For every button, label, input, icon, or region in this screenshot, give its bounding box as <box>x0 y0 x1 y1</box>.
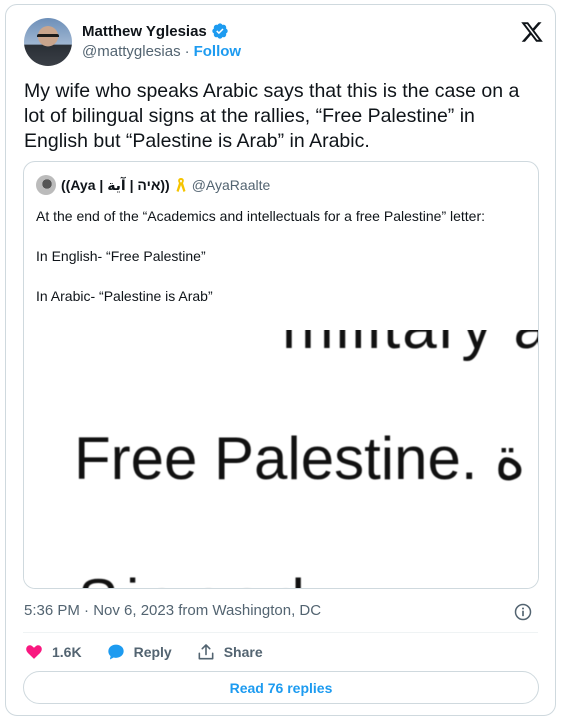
image-text-line-1: military a: <box>282 330 538 363</box>
quoted-tweet[interactable]: ((Aya | איה | آية)) @AyaRaalte At the en… <box>23 161 539 589</box>
author-name-row: Matthew Yglesias <box>82 21 229 41</box>
verified-badge-icon <box>212 23 228 39</box>
like-button[interactable]: 1.6K <box>24 642 82 662</box>
reply-label: Reply <box>133 644 172 660</box>
likes-count: 1.6K <box>52 644 82 660</box>
author-handle[interactable]: @mattyglesias <box>82 43 181 60</box>
heart-icon <box>26 645 42 659</box>
image-text-line-3: Signed <box>78 566 313 588</box>
reply-button[interactable]: Reply <box>106 642 172 662</box>
share-label: Share <box>223 644 263 660</box>
tweet-header: Matthew Yglesias @mattyglesias · Follow <box>24 18 544 68</box>
info-icon[interactable] <box>513 602 533 622</box>
quoted-tweet-header: ((Aya | איה | آية)) @AyaRaalte <box>36 175 270 195</box>
author-display-name[interactable]: Matthew Yglesias <box>82 23 207 40</box>
quoted-author-name: ((Aya | איה | آية)) <box>61 176 170 193</box>
quoted-author-handle: @AyaRaalte <box>191 177 271 193</box>
read-replies-button[interactable]: Read 76 replies <box>23 671 539 704</box>
quoted-tweet-text: At the end of the “Academics and intelle… <box>36 208 486 304</box>
quoted-tweet-image[interactable]: military a: Free Palestine. ة Signed <box>24 330 538 588</box>
tweet-actions: 1.6K Reply Share <box>24 641 287 663</box>
author-handle-row: @mattyglesias · Follow <box>82 43 241 60</box>
tweet-timestamp[interactable]: 5:36 PM · Nov 6, 2023 from Washington, D… <box>24 602 321 619</box>
separator-dot: · <box>184 43 190 60</box>
image-text-line-2: Free Palestine. ة <box>74 425 526 492</box>
divider <box>23 632 538 633</box>
yellow-ribbon-icon <box>176 178 186 192</box>
share-icon <box>198 644 214 660</box>
follow-button[interactable]: Follow <box>194 43 242 60</box>
quoted-author-avatar <box>36 175 56 195</box>
reply-bubble-icon <box>107 644 124 660</box>
tweet-card: Matthew Yglesias @mattyglesias · Follow … <box>5 4 556 716</box>
author-avatar[interactable] <box>24 18 72 66</box>
tweet-text: My wife who speaks Arabic says that this… <box>24 80 520 152</box>
x-logo-icon[interactable] <box>520 20 544 44</box>
share-button[interactable]: Share <box>196 642 263 662</box>
